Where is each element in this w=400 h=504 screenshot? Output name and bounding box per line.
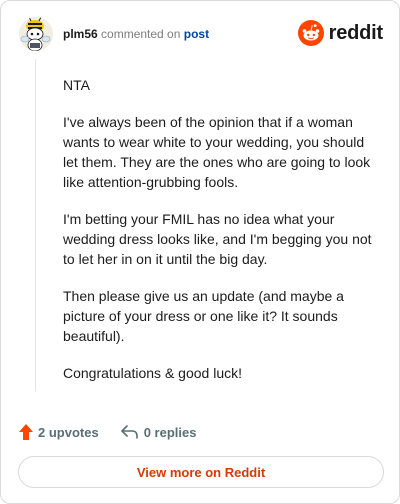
commented-on-text: commented on: [101, 27, 181, 41]
upvote-count: 2 upvotes: [38, 424, 99, 440]
comment-paragraph: I've always been of the opinion that if …: [63, 114, 371, 190]
snoo-avatar-icon[interactable]: [19, 17, 53, 51]
comment-paragraph: NTA: [63, 77, 90, 93]
comment-paragraph: Then please give us an update (and maybe…: [63, 288, 344, 344]
comment-embed-card: plm56 commented on post reddit NTA I've …: [0, 0, 400, 504]
reply-arrow-icon: [120, 425, 138, 439]
comment-body: NTA I've always been of the opinion that…: [63, 75, 379, 400]
comment-header: plm56 commented on post reddit: [19, 17, 383, 51]
thread-line: [35, 59, 36, 391]
upvote-button[interactable]: 2 upvotes: [19, 424, 99, 440]
reply-button[interactable]: 0 replies: [120, 424, 197, 440]
reddit-logo[interactable]: reddit: [297, 19, 384, 47]
comment-paragraph: Congratulations & good luck!: [63, 365, 242, 381]
comment-actions: 2 upvotes 0 replies: [19, 421, 196, 443]
reddit-snoo-icon: [297, 20, 324, 46]
view-more-on-reddit-button[interactable]: View more on Reddit: [18, 456, 384, 488]
reply-count: 0 replies: [143, 424, 197, 440]
reddit-wordmark: reddit: [328, 21, 384, 44]
post-link[interactable]: post: [184, 27, 209, 41]
username-link[interactable]: plm56: [63, 27, 98, 41]
comment-meta: plm56 commented on post: [63, 27, 209, 41]
upvote-arrow-icon: [19, 424, 33, 440]
comment-paragraph: I'm betting your FMIL has no idea what y…: [63, 211, 372, 267]
